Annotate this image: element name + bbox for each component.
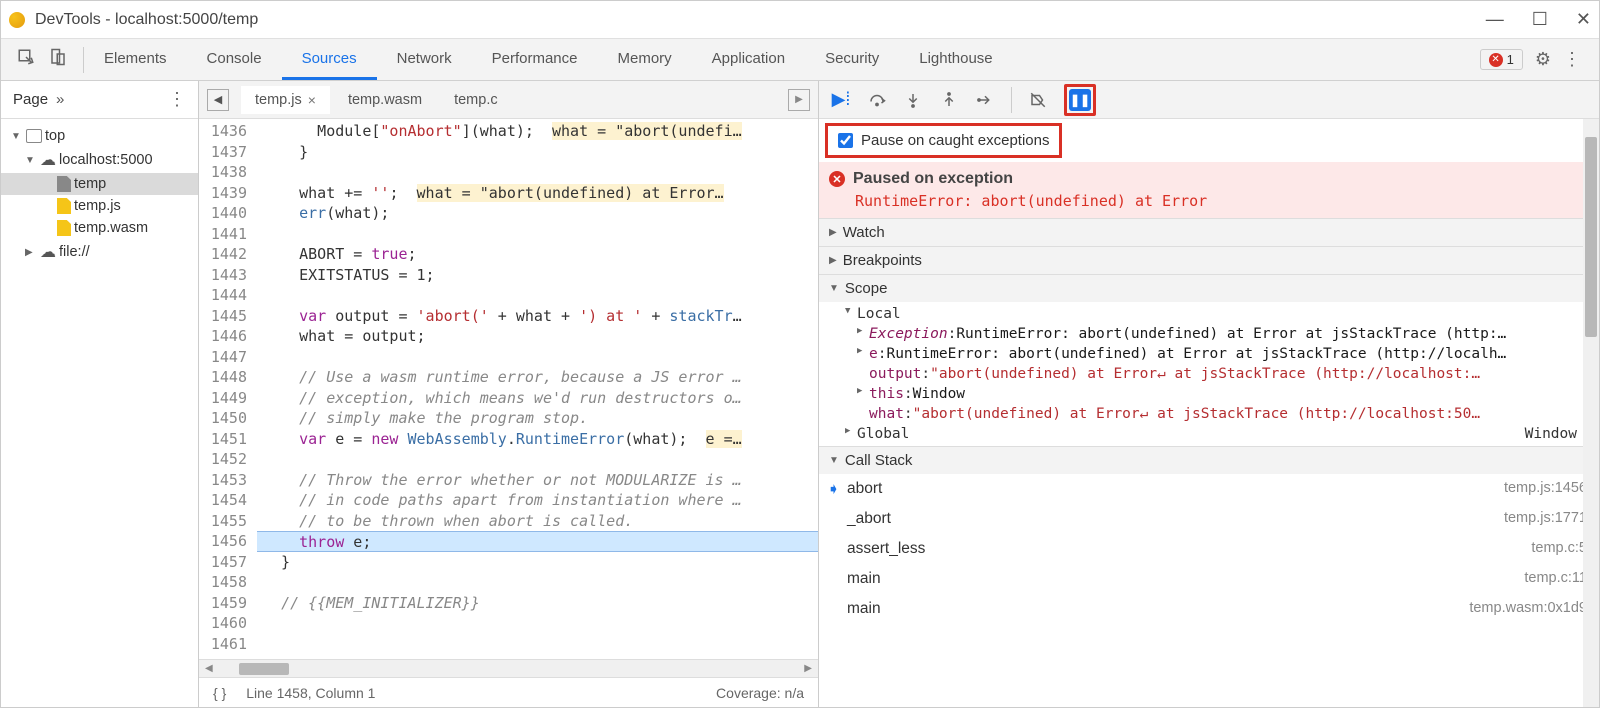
tab-security[interactable]: Security: [805, 39, 899, 80]
code-editor[interactable]: 1436143714381439144014411442144314441445…: [199, 119, 818, 659]
run-snippet-icon[interactable]: ▶: [788, 89, 810, 111]
scope-var-output[interactable]: output: "abort(undefined) at Error↵ at j…: [829, 364, 1599, 384]
tree-file-tempjs[interactable]: temp.js: [1, 195, 198, 217]
coverage-status: Coverage: n/a: [716, 685, 804, 701]
breakpoints-header[interactable]: ▶Breakpoints: [819, 247, 1599, 274]
editor-tabs: ◀ temp.js × temp.wasm temp.c ▶: [199, 81, 818, 119]
scope-var-exception[interactable]: ▶Exception: RuntimeError: abort(undefine…: [829, 324, 1599, 344]
window-titlebar: DevTools - localhost:5000/temp — ☐ ✕: [1, 1, 1599, 39]
exception-message: RuntimeError: abort(undefined) at Error: [829, 188, 1581, 210]
cursor-position: Line 1458, Column 1: [246, 685, 375, 701]
expand-icon: ▼: [25, 155, 37, 166]
editor-statusbar: { } Line 1458, Column 1 Coverage: n/a: [199, 677, 818, 707]
file-tree: ▼ top ▼ ☁ localhost:5000 temp temp.js te…: [1, 119, 198, 271]
cloud-icon: ☁: [40, 150, 56, 170]
pretty-print-icon[interactable]: { }: [213, 685, 226, 701]
exception-heading: Paused on exception: [853, 170, 1013, 188]
main-toolbar: Elements Console Sources Network Perform…: [1, 39, 1599, 81]
exception-banner: ✕ Paused on exception RuntimeError: abor…: [819, 162, 1593, 218]
window-maximize-button[interactable]: ☐: [1532, 9, 1548, 30]
scope-local[interactable]: ▼Local: [829, 304, 1599, 324]
tab-lighthouse[interactable]: Lighthouse: [899, 39, 1012, 80]
more-menu-icon[interactable]: ⋮: [1563, 49, 1581, 70]
tab-console[interactable]: Console: [187, 39, 282, 80]
device-toolbar-icon[interactable]: [49, 48, 67, 71]
settings-gear-icon[interactable]: ⚙: [1535, 49, 1551, 70]
document-icon: [57, 176, 71, 192]
code-content: Module["onAbort"](what); what = "abort(u…: [257, 119, 818, 659]
watch-section: ▶Watch: [819, 218, 1599, 246]
editor-pane: ◀ temp.js × temp.wasm temp.c ▶ 143614371…: [199, 81, 819, 707]
devtools-favicon: [9, 12, 25, 28]
deactivate-breakpoints-icon[interactable]: [1028, 90, 1048, 110]
tree-host[interactable]: ▼ ☁ localhost:5000: [1, 147, 198, 173]
vertical-scrollbar[interactable]: [1583, 119, 1599, 707]
file-tab-tempjs[interactable]: temp.js ×: [241, 86, 330, 114]
error-icon: ✕: [829, 171, 845, 187]
debugger-toolbar: ▶⁞ ❚❚: [819, 81, 1599, 119]
callstack-header[interactable]: ▼Call Stack: [819, 447, 1599, 474]
step-over-icon[interactable]: [867, 90, 887, 110]
tab-performance[interactable]: Performance: [472, 39, 598, 80]
scope-var-this[interactable]: ▶this: Window: [829, 384, 1599, 404]
close-tab-icon[interactable]: ×: [308, 92, 316, 108]
tree-file-tempwasm[interactable]: temp.wasm: [1, 217, 198, 239]
callstack-section: ▼Call Stack aborttemp.js:1456_aborttemp.…: [819, 446, 1599, 624]
window-close-button[interactable]: ✕: [1576, 9, 1591, 30]
pause-caught-input[interactable]: [838, 133, 853, 148]
scope-header[interactable]: ▼Scope: [819, 275, 1599, 302]
breakpoints-section: ▶Breakpoints: [819, 246, 1599, 274]
navigator-pane: Page » ⋮ ▼ top ▼ ☁ localhost:5000 temp t…: [1, 81, 199, 707]
scope-var-what[interactable]: what: "abort(undefined) at Error↵ at jsS…: [829, 404, 1599, 424]
tree-top[interactable]: ▼ top: [1, 125, 198, 147]
navigator-more-icon[interactable]: »: [56, 91, 64, 108]
error-count: 1: [1507, 52, 1514, 67]
scope-global[interactable]: ▶GlobalWindow: [829, 424, 1599, 444]
error-icon: ✕: [1489, 53, 1503, 67]
tree-file-scheme[interactable]: ▶ ☁ file://: [1, 239, 198, 265]
tab-memory[interactable]: Memory: [598, 39, 692, 80]
history-nav-icon[interactable]: ◀: [207, 89, 229, 111]
file-tab-tempwasm[interactable]: temp.wasm: [334, 86, 436, 114]
pause-on-caught-checkbox[interactable]: Pause on caught exceptions: [825, 123, 1062, 158]
step-out-icon[interactable]: [939, 90, 959, 110]
scope-var-e[interactable]: ▶e: RuntimeError: abort(undefined) at Er…: [829, 344, 1599, 364]
step-icon[interactable]: [975, 90, 995, 110]
navigator-menu-icon[interactable]: ⋮: [168, 89, 186, 110]
panel-tabs: Elements Console Sources Network Perform…: [84, 39, 1013, 80]
callstack-frame[interactable]: maintemp.c:11: [819, 564, 1599, 594]
line-gutter: 1436143714381439144014411442144314441445…: [199, 119, 257, 659]
tab-network[interactable]: Network: [377, 39, 472, 80]
callstack-frame[interactable]: _aborttemp.js:1771: [819, 504, 1599, 534]
scope-section: ▼Scope ▼Local ▶Exception: RuntimeError: …: [819, 274, 1599, 446]
pause-exceptions-highlight: ❚❚: [1064, 84, 1096, 116]
debugger-pane: ▶⁞ ❚❚ Pause on caught exceptions ✕ Pause…: [819, 81, 1599, 707]
tab-sources[interactable]: Sources: [282, 39, 377, 80]
window-minimize-button[interactable]: —: [1486, 9, 1504, 30]
file-tab-tempc[interactable]: temp.c: [440, 86, 512, 114]
inspect-element-icon[interactable]: [17, 48, 35, 71]
collapse-icon: ▶: [25, 247, 37, 258]
error-count-badge[interactable]: ✕ 1: [1480, 49, 1523, 70]
tab-elements[interactable]: Elements: [84, 39, 187, 80]
horizontal-scrollbar[interactable]: ◀▶: [199, 659, 818, 677]
expand-icon: ▼: [11, 131, 23, 142]
callstack-frame[interactable]: aborttemp.js:1456: [819, 474, 1599, 504]
step-into-icon[interactable]: [903, 90, 923, 110]
pause-on-exceptions-icon[interactable]: ❚❚: [1069, 89, 1091, 111]
callstack-frame[interactable]: maintemp.wasm:0x1d9: [819, 594, 1599, 624]
cloud-icon: ☁: [40, 242, 56, 262]
script-icon: [57, 198, 71, 214]
toolbar-divider: [1011, 87, 1012, 113]
window-title: DevTools - localhost:5000/temp: [35, 11, 1486, 29]
tab-application[interactable]: Application: [692, 39, 805, 80]
navigator-tab-page[interactable]: Page: [13, 91, 48, 108]
frame-icon: [26, 129, 42, 143]
callstack-frame[interactable]: assert_lesstemp.c:5: [819, 534, 1599, 564]
tree-file-temp[interactable]: temp: [1, 173, 198, 195]
script-icon: [57, 220, 71, 236]
resume-icon[interactable]: ▶⁞: [831, 90, 851, 110]
watch-header[interactable]: ▶Watch: [819, 219, 1599, 246]
